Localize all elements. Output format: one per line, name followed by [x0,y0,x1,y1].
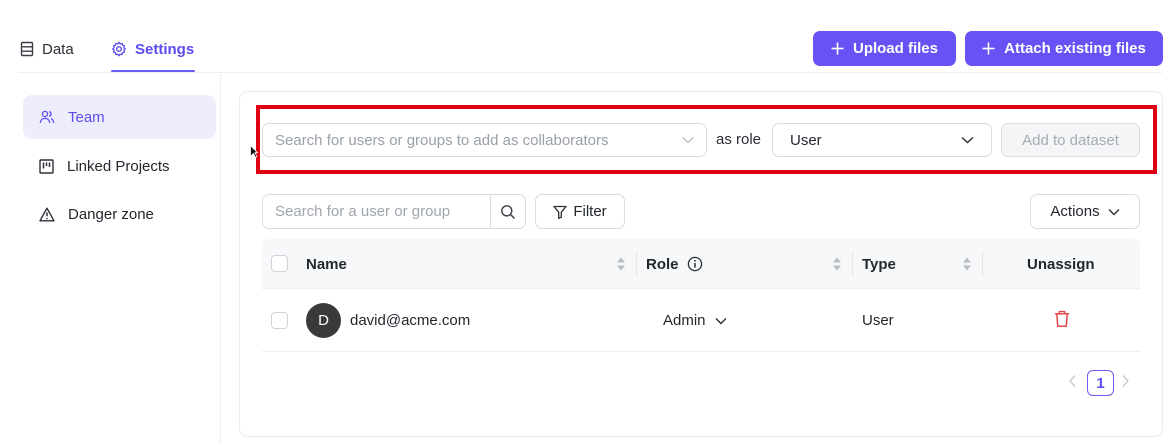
attach-existing-files-label: Attach existing files [1004,40,1146,57]
column-header-role[interactable]: Role [646,239,703,289]
search-icon [500,204,516,220]
sort-icon[interactable] [962,256,972,276]
sidebar-item-label: Danger zone [68,205,154,223]
chevron-down-icon [1108,208,1120,216]
tab-data-label: Data [42,40,74,58]
info-icon[interactable] [687,256,703,272]
actions-dropdown-button[interactable]: Actions [1030,194,1140,229]
avatar: D [306,303,341,338]
column-header-unassign: Unassign [1027,255,1095,273]
member-email: david@acme.com [350,312,471,329]
column-header-type[interactable]: Type [862,239,896,289]
plus-icon [831,42,844,55]
member-search-placeholder: Search for a user or group [275,203,451,220]
users-icon [39,109,55,125]
filter-icon [553,205,567,219]
member-search-input[interactable]: Search for a user or group [262,194,526,229]
upload-files-label: Upload files [852,40,938,57]
column-divider [852,251,853,277]
trash-icon[interactable] [1054,310,1070,332]
header-divider [18,72,1162,73]
member-type: User [862,312,894,329]
gear-icon [111,41,127,57]
database-icon [20,41,34,57]
settings-sidebar: Team Linked Projects Danger zone [0,74,221,445]
row-role-value: Admin [663,312,706,329]
column-header-role-label: Role [646,255,679,273]
sort-icon[interactable] [616,256,626,276]
search-button[interactable] [490,195,525,228]
actions-label: Actions [1050,203,1100,220]
filter-button[interactable]: Filter [535,194,625,229]
plus-icon [982,42,995,55]
upload-files-button[interactable]: Upload files [813,31,956,66]
mouse-cursor-icon [250,144,259,162]
pagination-next-icon[interactable] [1121,374,1130,392]
attach-existing-files-button[interactable]: Attach existing files [965,31,1163,66]
sort-icon[interactable] [832,256,842,276]
highlight-annotation-box [256,105,1157,174]
tab-settings-label: Settings [135,40,195,58]
row-checkbox[interactable] [271,312,288,329]
top-tabs: Data Settings Upload files Attach existi… [0,0,1172,74]
sidebar-item-danger-zone[interactable]: Danger zone [23,192,216,236]
pagination-prev-icon[interactable] [1068,374,1077,392]
sidebar-item-linked-projects[interactable]: Linked Projects [23,144,216,188]
sidebar-item-team[interactable]: Team [23,95,216,139]
members-table-header: Name Role Type Unassign [262,239,1140,289]
kanban-icon [39,158,54,174]
column-divider [982,251,983,277]
tab-data[interactable]: Data [20,38,74,60]
sidebar-item-label: Team [68,108,105,126]
tab-settings[interactable]: Settings [111,38,194,60]
chevron-down-icon [715,317,727,325]
select-all-checkbox[interactable] [271,255,288,272]
column-header-name[interactable]: Name [306,239,347,289]
row-role-select[interactable]: Admin [663,312,727,329]
filter-label: Filter [573,203,607,220]
table-row: D david@acme.com Admin User [262,290,1140,352]
pagination-page-current[interactable]: 1 [1087,370,1114,396]
column-divider [636,251,637,277]
warning-icon [39,207,55,222]
sidebar-item-label: Linked Projects [67,157,170,175]
